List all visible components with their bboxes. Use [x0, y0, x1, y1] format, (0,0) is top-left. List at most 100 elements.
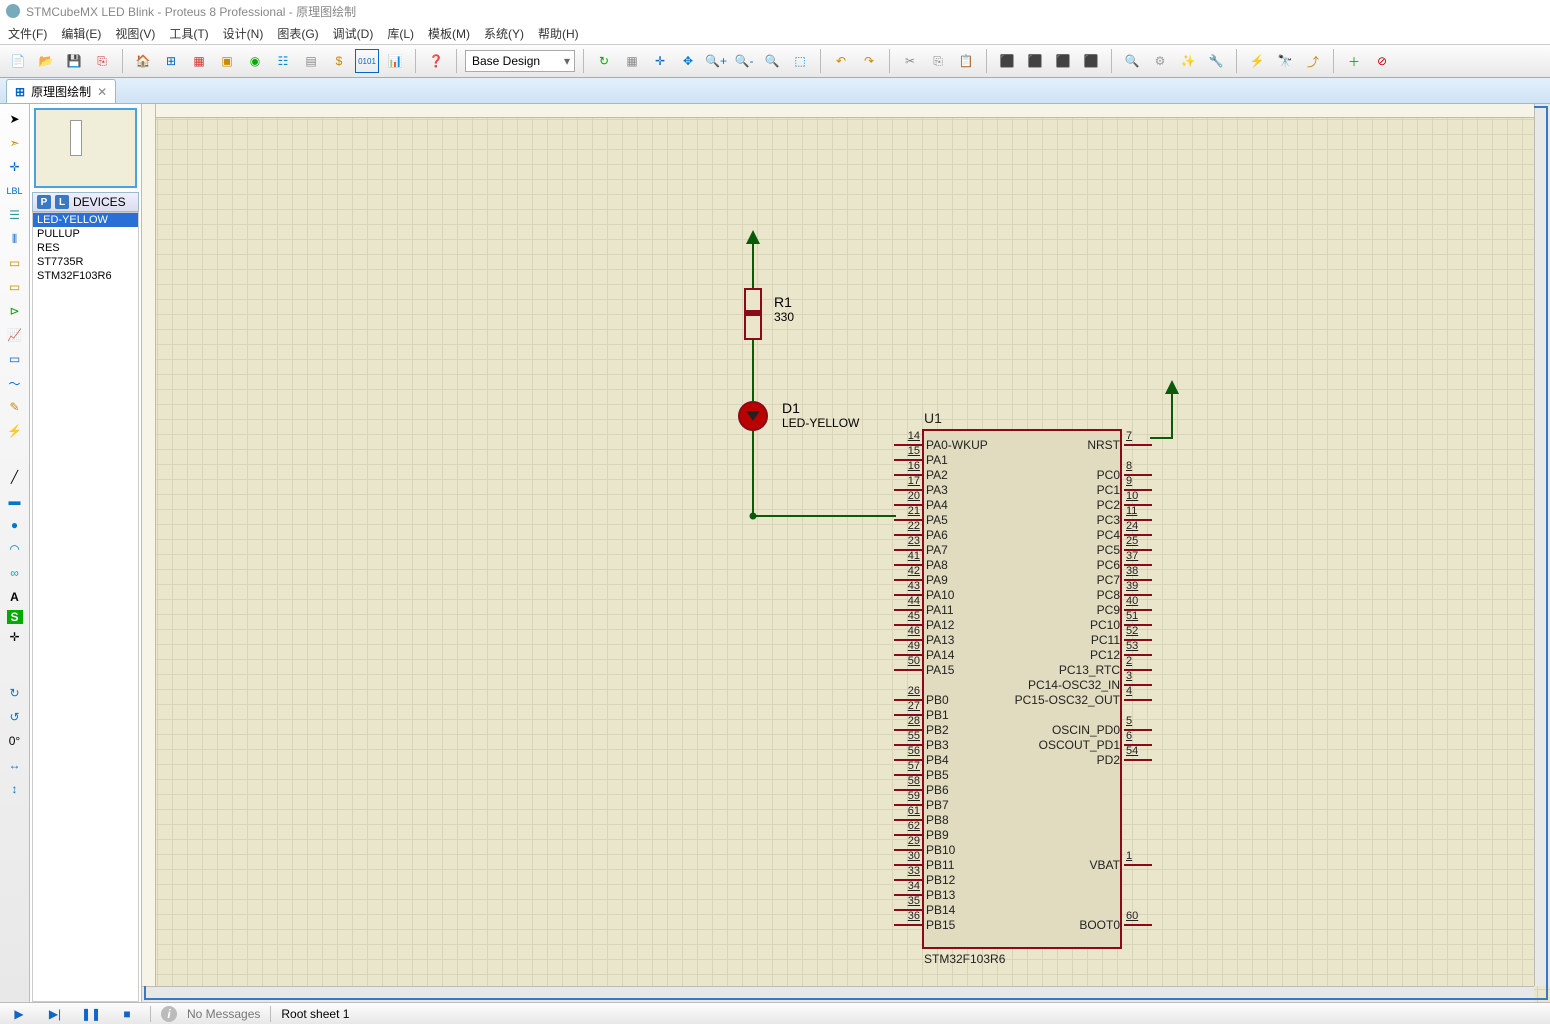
- tab-close-icon[interactable]: ✕: [97, 85, 107, 99]
- chip-pin[interactable]: 28PB2: [894, 723, 953, 737]
- chip-pin[interactable]: 35PB14: [894, 903, 959, 917]
- menu-item[interactable]: 模板(M): [428, 25, 470, 42]
- close-icon[interactable]: ⎘: [90, 49, 114, 73]
- package-icon[interactable]: ⚙: [1148, 49, 1172, 73]
- cut-icon[interactable]: ✂: [898, 49, 922, 73]
- graph-icon[interactable]: 📈: [4, 324, 26, 346]
- chip-pin[interactable]: 49PA14: [894, 648, 958, 662]
- device-list-item[interactable]: LED-YELLOW: [33, 213, 138, 227]
- chip-pin[interactable]: 23PA7: [894, 543, 952, 557]
- chip-pin[interactable]: 61PB8: [894, 813, 953, 827]
- 3d-icon[interactable]: ▣: [215, 49, 239, 73]
- export-icon[interactable]: ⤴: [1301, 49, 1325, 73]
- search-part-icon[interactable]: 🔍: [1120, 49, 1144, 73]
- run-icon[interactable]: ▶: [6, 1006, 32, 1022]
- p-badge-icon[interactable]: P: [37, 195, 51, 209]
- device-pin-icon[interactable]: ⊳: [4, 300, 26, 322]
- chip-pin[interactable]: 43PA10: [894, 588, 958, 602]
- chip-pin[interactable]: 17PA3: [894, 483, 952, 497]
- text-script-icon[interactable]: ☰: [4, 204, 26, 226]
- chip-pin[interactable]: 50PA15: [894, 663, 958, 677]
- refresh-icon[interactable]: ↻: [592, 49, 616, 73]
- align-c-icon[interactable]: ⬛: [1023, 49, 1047, 73]
- menu-item[interactable]: 工具(T): [169, 25, 208, 42]
- chip-pin[interactable]: 57PB5: [894, 768, 953, 782]
- paste-icon[interactable]: 📋: [954, 49, 978, 73]
- code-icon[interactable]: ▤: [299, 49, 323, 73]
- menu-item[interactable]: 调试(D): [333, 25, 374, 42]
- line-icon[interactable]: ╱: [4, 466, 26, 488]
- undo-icon[interactable]: ↶: [829, 49, 853, 73]
- device-list-item[interactable]: RES: [33, 241, 138, 255]
- pause-icon[interactable]: ❚❚: [78, 1006, 104, 1022]
- align-r-icon[interactable]: ⬛: [1051, 49, 1075, 73]
- save-icon[interactable]: 💾: [62, 49, 86, 73]
- rect-icon[interactable]: ▬: [4, 490, 26, 512]
- terminal-icon[interactable]: ▭: [4, 276, 26, 298]
- chip-pin[interactable]: 30PB11: [894, 858, 958, 872]
- chip-pin[interactable]: 37PC6: [1093, 558, 1152, 572]
- chip-pin[interactable]: 53PC12: [1086, 648, 1152, 662]
- chip-pin[interactable]: 33PB12: [894, 873, 959, 887]
- menu-item[interactable]: 设计(N): [223, 25, 264, 42]
- zoom-out-icon[interactable]: 🔍-: [732, 49, 756, 73]
- chip-pin[interactable]: 44PA11: [894, 603, 958, 617]
- chip-pin[interactable]: 1VBAT: [1086, 858, 1152, 872]
- chip-pin[interactable]: 60BOOT0: [1075, 918, 1152, 932]
- menu-item[interactable]: 库(L): [387, 25, 414, 42]
- zoom-area-icon[interactable]: ⬚: [788, 49, 812, 73]
- chip-pin[interactable]: 55PB3: [894, 738, 953, 752]
- bin-icon[interactable]: 0101: [355, 49, 379, 73]
- chip-pin[interactable]: 3PC14-OSC32_IN: [1024, 678, 1152, 692]
- menu-item[interactable]: 系统(Y): [484, 25, 524, 42]
- bom-icon[interactable]: ☷: [271, 49, 295, 73]
- sim-config-icon[interactable]: ⚡: [1245, 49, 1269, 73]
- binoculars-icon[interactable]: 🔭: [1273, 49, 1297, 73]
- stop-icon[interactable]: ■: [114, 1006, 140, 1022]
- chip-pin[interactable]: 36PB15: [894, 918, 959, 932]
- flip-v-icon[interactable]: ↕: [4, 778, 26, 800]
- chip-pin[interactable]: 58PB6: [894, 783, 953, 797]
- chip-pin[interactable]: 15PA1: [894, 453, 952, 467]
- chip-pin[interactable]: 24PC4: [1093, 528, 1152, 542]
- marker-icon[interactable]: ✛: [4, 626, 26, 648]
- wand-icon[interactable]: ✨: [1176, 49, 1200, 73]
- chip-pin[interactable]: 42PA9: [894, 573, 952, 587]
- menu-item[interactable]: 帮助(H): [538, 25, 579, 42]
- tool-icon[interactable]: 🔧: [1204, 49, 1228, 73]
- chip-pin[interactable]: 46PA13: [894, 633, 958, 647]
- tab-schematic[interactable]: ⊞ 原理图绘制 ✕: [6, 79, 116, 103]
- open-icon[interactable]: 📂: [34, 49, 58, 73]
- minimap[interactable]: [34, 108, 137, 188]
- led-d1[interactable]: [738, 401, 768, 431]
- chip-pin[interactable]: 8PC0: [1093, 468, 1152, 482]
- chip-pin[interactable]: 11PC3: [1093, 513, 1152, 527]
- zoom-fit-icon[interactable]: 🔍: [760, 49, 784, 73]
- select-icon[interactable]: ➤: [4, 108, 26, 130]
- pan-icon[interactable]: ✥: [676, 49, 700, 73]
- chip-pin[interactable]: 51PC10: [1086, 618, 1152, 632]
- chip-pin[interactable]: 40PC9: [1093, 603, 1152, 617]
- chip-pin[interactable]: 45PA12: [894, 618, 958, 632]
- l-badge-icon[interactable]: L: [55, 195, 69, 209]
- probe-i-icon[interactable]: ⚡: [4, 420, 26, 442]
- help-icon[interactable]: ❓: [424, 49, 448, 73]
- chip-pin[interactable]: 7NRST: [1083, 438, 1152, 452]
- chip-pin[interactable]: 25PC5: [1093, 543, 1152, 557]
- chip-pin[interactable]: 26PB0: [894, 693, 953, 707]
- chip-pin[interactable]: 2PC13_RTC: [1055, 663, 1152, 677]
- origin-icon[interactable]: ✛: [648, 49, 672, 73]
- devices-list[interactable]: LED-YELLOWPULLUPRESST7735RSTM32F103R6: [32, 212, 139, 1002]
- gerber-icon[interactable]: ◉: [243, 49, 267, 73]
- scrollbar-vertical[interactable]: [1534, 104, 1550, 986]
- chip-pin[interactable]: 4PC15-OSC32_OUT: [1011, 693, 1152, 707]
- generator-icon[interactable]: 〜: [4, 372, 26, 394]
- menu-item[interactable]: 文件(F): [8, 25, 47, 42]
- chip-pin[interactable]: 16PA2: [894, 468, 952, 482]
- menu-item[interactable]: 编辑(E): [61, 25, 101, 42]
- grid-icon[interactable]: ▦: [620, 49, 644, 73]
- junction-icon[interactable]: ✛: [4, 156, 26, 178]
- chip-pin[interactable]: 9PC1: [1093, 483, 1152, 497]
- chip-pin[interactable]: 56PB4: [894, 753, 953, 767]
- schematic-icon[interactable]: ⊞: [159, 49, 183, 73]
